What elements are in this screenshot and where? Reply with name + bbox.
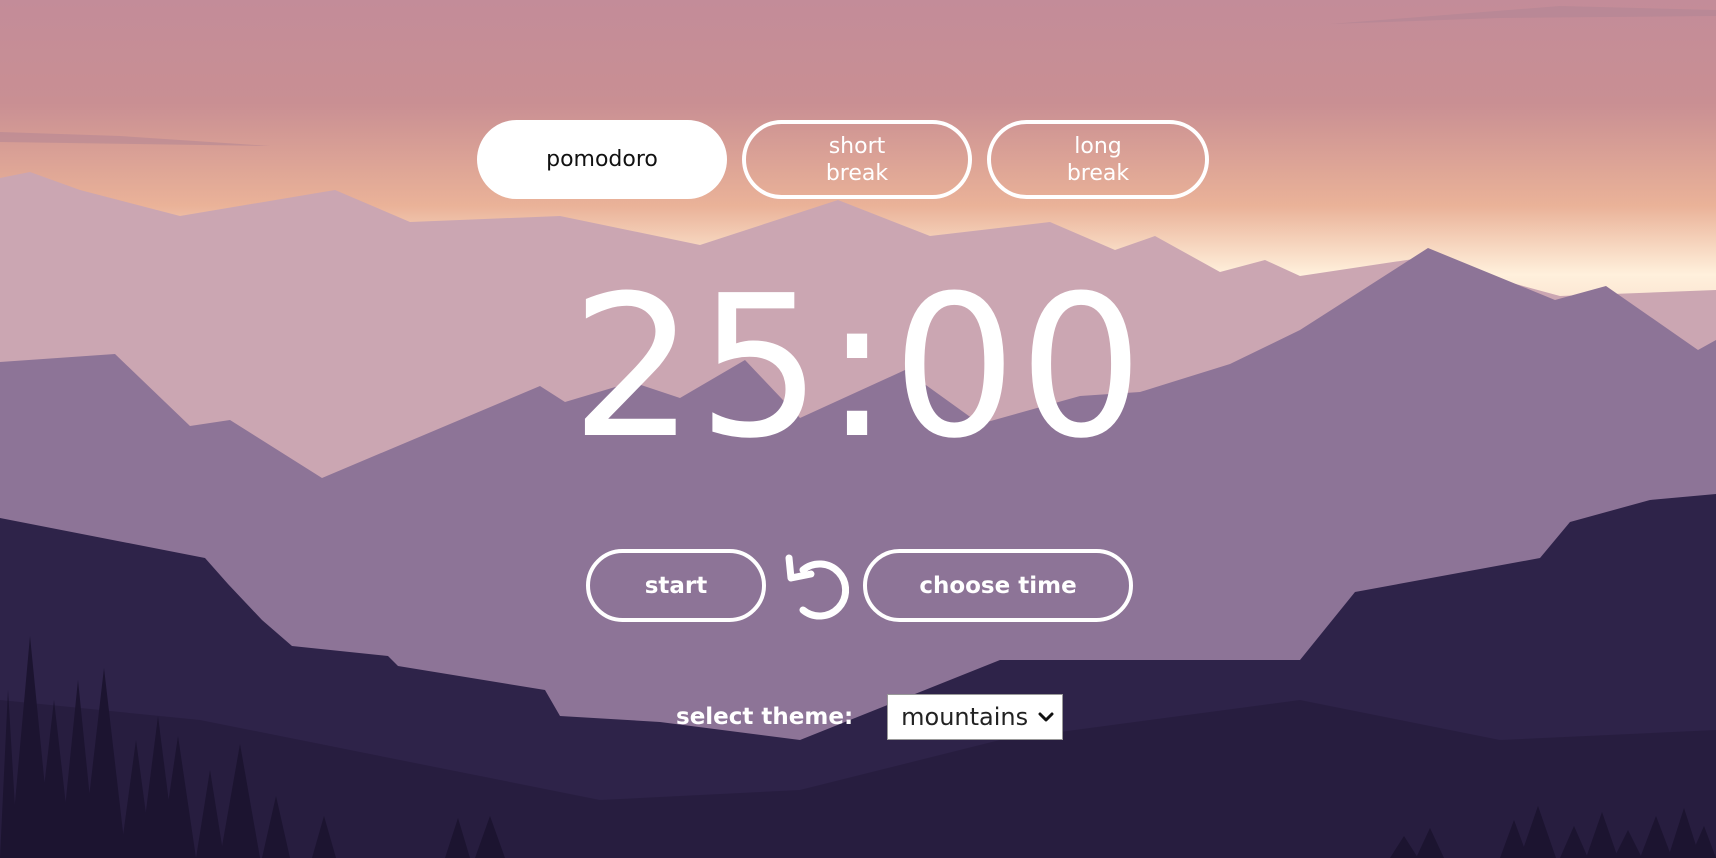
pomodoro-app: pomodoro short break long break 25:00 st… bbox=[0, 0, 1716, 858]
reset-button[interactable] bbox=[780, 549, 852, 622]
choose-time-button[interactable]: choose time bbox=[863, 549, 1133, 622]
reset-icon bbox=[785, 554, 849, 619]
timer-display: 25:00 bbox=[570, 254, 1146, 482]
start-button[interactable]: start bbox=[586, 549, 766, 622]
chevron-down-icon bbox=[1038, 712, 1054, 722]
theme-selector: select theme: mountains bbox=[676, 694, 1064, 740]
tab-pomodoro[interactable]: pomodoro bbox=[477, 120, 727, 199]
theme-label: select theme: bbox=[676, 704, 854, 730]
timer-controls: start choose time bbox=[586, 549, 1133, 622]
theme-select-value: mountains bbox=[901, 703, 1029, 731]
mode-tabs: pomodoro short break long break bbox=[0, 120, 1701, 199]
theme-select[interactable]: mountains bbox=[887, 694, 1064, 740]
tab-short-break[interactable]: short break bbox=[742, 120, 972, 199]
tab-long-break[interactable]: long break bbox=[987, 120, 1209, 199]
